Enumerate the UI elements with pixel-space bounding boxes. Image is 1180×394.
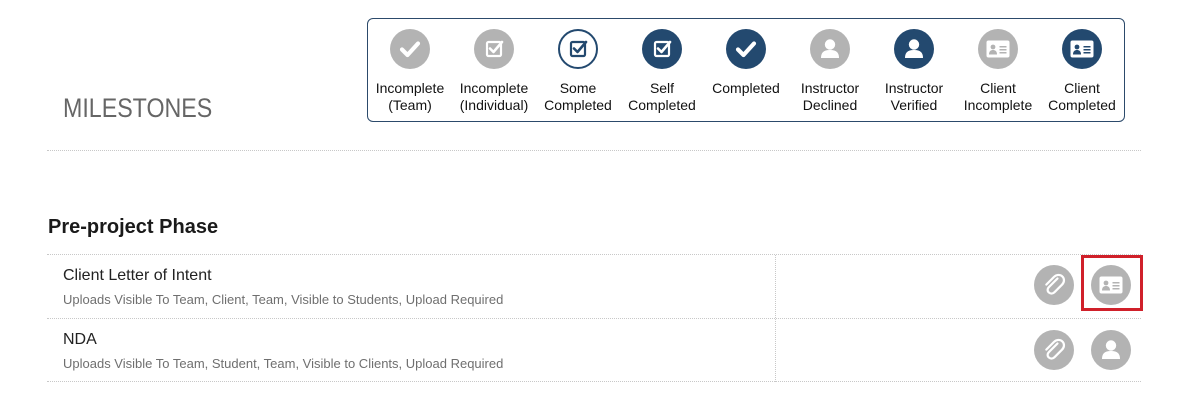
id-card-icon xyxy=(978,29,1018,69)
column-divider xyxy=(775,319,776,382)
status-legend: Incomplete (Team) Incomplete (Individual… xyxy=(367,18,1125,122)
checkbox-icon xyxy=(642,29,682,69)
legend-label: Self Completed xyxy=(628,80,696,113)
legend-completed: Completed xyxy=(704,19,788,123)
user-icon xyxy=(810,29,850,69)
check-icon xyxy=(726,29,766,69)
milestone-title[interactable]: Client Letter of Intent xyxy=(63,267,212,285)
highlight-box xyxy=(1081,255,1143,311)
milestone-subtitle: Uploads Visible To Team, Student, Team, … xyxy=(63,356,504,371)
legend-incomplete-individual: Incomplete (Individual) xyxy=(452,19,536,123)
legend-incomplete-team: Incomplete (Team) xyxy=(368,19,452,123)
legend-self-completed: Self Completed xyxy=(620,19,704,123)
legend-label: Instructor Verified xyxy=(884,80,944,113)
milestone-title[interactable]: NDA xyxy=(63,331,97,349)
checkbox-icon xyxy=(474,29,514,69)
column-divider xyxy=(775,255,776,318)
legend-label: Incomplete (Individual) xyxy=(459,80,529,113)
legend-label: Incomplete (Team) xyxy=(375,80,445,113)
paperclip-icon[interactable] xyxy=(1034,330,1074,370)
milestone-subtitle: Uploads Visible To Team, Client, Team, V… xyxy=(63,292,504,307)
legend-instructor-verified: Instructor Verified xyxy=(872,19,956,123)
id-card-icon xyxy=(1062,29,1102,69)
user-icon xyxy=(894,29,934,69)
checkbox-icon xyxy=(558,29,598,69)
header-divider xyxy=(47,150,1141,151)
legend-label: Some Completed xyxy=(544,80,612,113)
legend-some-completed: Some Completed xyxy=(536,19,620,123)
milestone-row: Client Letter of Intent Uploads Visible … xyxy=(47,254,1141,318)
legend-label: Client Completed xyxy=(1048,80,1116,113)
phase-title: Pre-project Phase xyxy=(48,216,219,238)
legend-instructor-declined: Instructor Declined xyxy=(788,19,872,123)
legend-label: Instructor Declined xyxy=(800,80,860,113)
legend-client-incomplete: Client Incomplete xyxy=(956,19,1040,123)
check-icon xyxy=(390,29,430,69)
legend-label: Completed xyxy=(712,80,780,96)
legend-label: Client Incomplete xyxy=(963,80,1033,113)
user-icon[interactable] xyxy=(1091,330,1131,370)
paperclip-icon[interactable] xyxy=(1034,265,1074,305)
legend-client-completed: Client Completed xyxy=(1040,19,1124,123)
milestone-row: NDA Uploads Visible To Team, Student, Te… xyxy=(47,318,1141,382)
page-title: MILESTONES xyxy=(63,93,213,123)
